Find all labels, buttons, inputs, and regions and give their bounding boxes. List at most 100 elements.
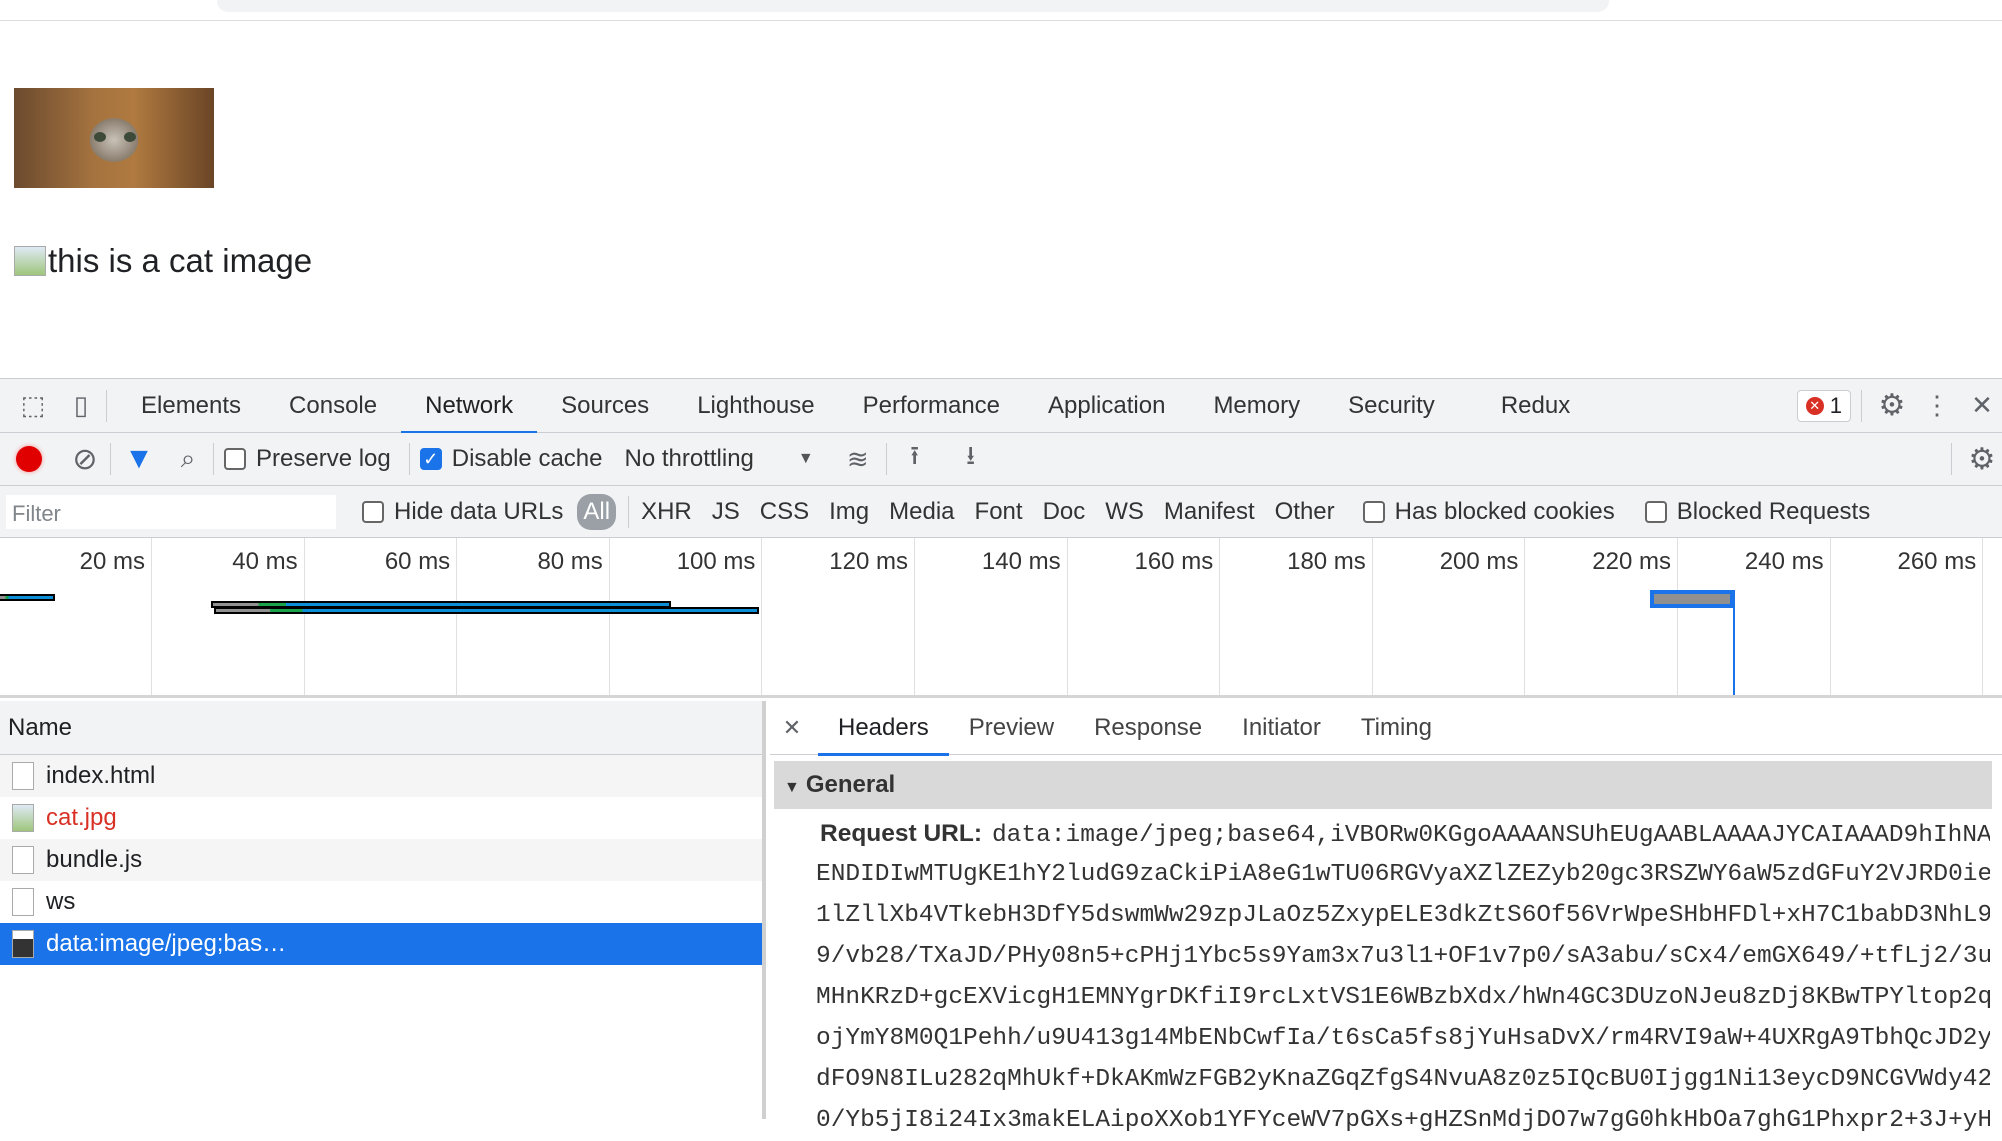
- filter-type-all[interactable]: All: [577, 493, 617, 530]
- filter-type-other[interactable]: Other: [1275, 498, 1335, 526]
- tab-lighthouse[interactable]: Lighthouse: [673, 379, 838, 433]
- timeline-gridline: [1982, 538, 1984, 695]
- filter-type-js[interactable]: JS: [712, 498, 740, 526]
- image-file-icon: [12, 804, 34, 832]
- network-settings-gear-icon[interactable]: ⚙: [1962, 442, 2002, 477]
- filter-type-xhr[interactable]: XHR: [641, 498, 692, 526]
- search-icon[interactable]: ⌕: [173, 443, 203, 475]
- request-url-label: Request URL:: [820, 820, 982, 847]
- error-badge[interactable]: ✕ 1: [1796, 389, 1851, 422]
- timeline-gridline: [914, 538, 915, 695]
- close-devtools-icon[interactable]: ✕: [1962, 390, 2002, 421]
- device-toggle-icon[interactable]: ▯: [66, 390, 96, 421]
- more-options-icon[interactable]: ⋮: [1912, 390, 1962, 421]
- request-url-value: dFO9N8ILu282qMhUkf+DkAKmWzFGB2yKnaZGqZfg…: [816, 1066, 1990, 1093]
- detail-tab-headers[interactable]: Headers: [818, 701, 949, 756]
- overview-timeline[interactable]: 20 ms 40 ms 60 ms 80 ms 100 ms 120 ms 140 ms 16…: [0, 538, 2002, 698]
- timeline-tick-label: 120 ms: [829, 548, 908, 575]
- record-button[interactable]: [16, 446, 42, 472]
- request-url-value: 1lZllXb4VTkebH3DfY5dswmWw29zpJLaOz5ZxypE…: [816, 902, 1990, 929]
- tab-elements[interactable]: Elements: [117, 379, 265, 433]
- has-blocked-cookies-checkbox[interactable]: [1362, 500, 1385, 523]
- request-url-line: 0/Yb5jI8i24Ix3makELAipoXXob1YFYceWV7pGXs…: [770, 1100, 1990, 1141]
- request-url-line: 1lZllXb4VTkebH3DfY5dswmWw29zpJLaOz5ZxypE…: [770, 895, 1990, 936]
- filter-type-css[interactable]: CSS: [760, 498, 809, 526]
- triangle-down-icon: ▼: [784, 779, 800, 796]
- timeline-gridline: [608, 538, 610, 695]
- request-name: index.html: [46, 762, 156, 789]
- timeline-gridline: [761, 538, 763, 695]
- filter-input[interactable]: Filter: [6, 494, 336, 529]
- devtools-panel: ⬚ ▯ Elements Console Network Sources Lightho…: [0, 378, 2002, 1134]
- filter-type-font[interactable]: Font: [975, 498, 1023, 526]
- request-row[interactable]: cat.jpg: [0, 797, 762, 839]
- divider: [0, 20, 2002, 21]
- request-url-line: 9/vb28/TXaJD/PHy08n5+cPHj1Ybc5s9Yam3x7u3…: [770, 936, 1990, 977]
- filter-type-doc[interactable]: Doc: [1043, 498, 1086, 526]
- detail-tab-preview[interactable]: Preview: [949, 701, 1074, 755]
- request-url-line: Request URL: data:image/jpeg;base64,iVBOR…: [770, 813, 1990, 854]
- waterfall-bar[interactable]: [0, 594, 55, 601]
- cat-image: [14, 88, 214, 188]
- hide-data-urls-checkbox[interactable]: [362, 500, 384, 523]
- request-url-line: ENDIDIwMTUgKE1hY2ludG9zaCkiPiA8eG1wTU06R…: [770, 854, 1990, 895]
- request-url-line: dFO9N8ILu282qMhUkf+DkAKmWzFGB2yKnaZGqZfg…: [770, 1059, 1990, 1100]
- general-section-header[interactable]: ▼ General: [774, 761, 1992, 809]
- detail-tab-timing[interactable]: Timing: [1341, 701, 1452, 755]
- close-details-icon[interactable]: ✕: [770, 715, 814, 741]
- document-file-icon: [12, 762, 34, 790]
- timeline-tick-label: 160 ms: [1134, 548, 1214, 575]
- request-url-line: ojYmY8M0Q1Pehh/u9U413g14MbENbCwfIa/t6sCa…: [770, 1018, 1990, 1059]
- request-url-value: 0/Yb5jI8i24Ix3makELAipoXXob1YFYceWV7pGXs…: [816, 1107, 1990, 1134]
- filter-type-ws[interactable]: WS: [1105, 498, 1144, 526]
- timeline-gridline: [1829, 538, 1831, 695]
- clear-icon[interactable]: ⊘: [70, 442, 100, 477]
- timeline-tick-label: 100 ms: [676, 548, 756, 575]
- waterfall-bar[interactable]: [1650, 590, 1735, 608]
- request-row[interactable]: index.html: [0, 755, 762, 797]
- preserve-log-checkbox[interactable]: [224, 448, 246, 470]
- tab-network[interactable]: Network: [401, 379, 538, 434]
- tab-application[interactable]: Application: [1024, 379, 1189, 433]
- tab-console[interactable]: Console: [265, 379, 401, 433]
- filter-icon[interactable]: ▼: [121, 442, 157, 476]
- filter-type-img[interactable]: Img: [829, 498, 869, 526]
- timeline-tick-label: 20 ms: [79, 548, 145, 575]
- import-har-icon[interactable]: ⭱: [897, 437, 933, 481]
- request-row[interactable]: bundle.js: [0, 839, 762, 881]
- request-row[interactable]: ws: [0, 881, 762, 923]
- waterfall-bar[interactable]: [213, 607, 760, 614]
- tab-sources[interactable]: Sources: [537, 379, 673, 433]
- blocked-requests-checkbox[interactable]: [1644, 500, 1667, 523]
- network-conditions-icon[interactable]: ≋: [840, 444, 876, 475]
- request-name: cat.jpg: [46, 804, 117, 831]
- filter-type-media[interactable]: Media: [889, 498, 954, 526]
- chevron-down-icon: ▼: [797, 450, 814, 467]
- timeline-gridline: [1371, 538, 1373, 695]
- export-har-icon[interactable]: ⭳: [953, 437, 989, 481]
- devtools-tab-bar: ⬚ ▯ Elements Console Network Sources Lightho…: [0, 379, 2002, 434]
- tab-performance[interactable]: Performance: [839, 379, 1024, 433]
- address-bar[interactable]: [217, 0, 1609, 12]
- filter-type-manifest[interactable]: Manifest: [1164, 498, 1255, 526]
- timeline-tick-label: 220 ms: [1592, 548, 1671, 575]
- detail-tab-initiator[interactable]: Initiator: [1222, 701, 1341, 755]
- settings-gear-icon[interactable]: ⚙: [1872, 388, 1912, 423]
- detail-tab-response[interactable]: Response: [1074, 701, 1222, 755]
- request-details: ✕ Headers Preview Response Initiator Timing ▼…: [770, 701, 2002, 1134]
- timeline-tick-label: 60 ms: [384, 548, 451, 575]
- request-name: bundle.js: [46, 846, 143, 873]
- request-url-line: MHnKRzD+gcEXVicgH1EMNYgrDKfiI9rcLxtVS1E6…: [770, 977, 1990, 1018]
- tab-memory[interactable]: Memory: [1189, 379, 1324, 433]
- tab-security[interactable]: Security: [1324, 379, 1459, 433]
- request-row[interactable]: data:image/jpeg;bas…: [0, 923, 762, 965]
- timeline-tick-label: 80 ms: [537, 548, 603, 575]
- request-name: ws: [46, 888, 76, 915]
- timeline-gridline: [1219, 538, 1221, 695]
- throttling-select[interactable]: No throttling ▼: [624, 445, 813, 473]
- name-column-header[interactable]: Name: [0, 701, 762, 755]
- disable-cache-checkbox[interactable]: ✓: [419, 448, 442, 470]
- load-event-line: [1733, 590, 1736, 695]
- tab-redux[interactable]: Redux: [1477, 379, 1594, 433]
- inspect-element-icon[interactable]: ⬚: [16, 390, 50, 421]
